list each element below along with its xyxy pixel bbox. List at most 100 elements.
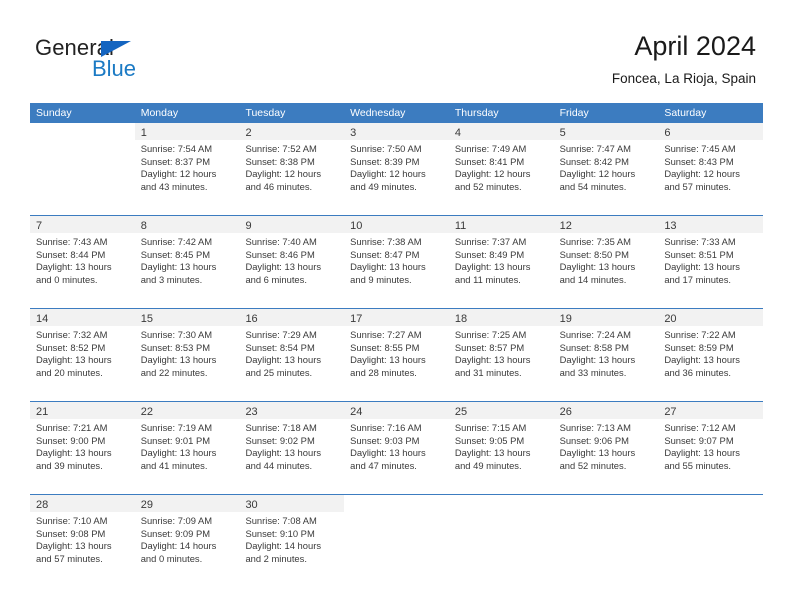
day-number-band: 17 (344, 309, 449, 326)
day-sunrise-text: Sunrise: 7:43 AM (36, 236, 108, 247)
day-cell[interactable]: 18 Sunrise: 7:25 AM Sunset: 8:57 PM Dayligh… (448, 309, 554, 393)
calendar-week-row: 7 Sunrise: 7:43 AM Sunset: 8:44 PM Daylight… (30, 215, 764, 308)
day-cell[interactable]: 3 Sunrise: 7:50 AM Sunset: 8:39 PM Daylight… (344, 123, 449, 207)
week-days: 7 Sunrise: 7:43 AM Sunset: 8:44 PM Daylight… (30, 216, 764, 300)
day-cell[interactable]: 6 Sunrise: 7:45 AM Sunset: 8:43 PM Daylight… (658, 123, 764, 207)
day-number-band: 2 (239, 123, 345, 140)
day-sun-info: Sunrise: 7:19 AM Sunset: 9:01 PM Daylight:… (135, 419, 240, 472)
day-daylight-line1-text: Daylight: 12 hours (559, 168, 636, 180)
day-sunrise-text: Sunrise: 7:24 AM (559, 329, 631, 340)
day-cell[interactable]: 14 Sunrise: 7:32 AM Sunset: 8:52 PM Dayligh… (30, 309, 135, 393)
day-sunrise-text: Sunrise: 7:18 AM (245, 422, 317, 433)
day-cell[interactable]: 5 Sunrise: 7:47 AM Sunset: 8:42 PM Daylight… (553, 123, 659, 207)
day-cell[interactable]: 30 Sunrise: 7:08 AM Sunset: 9:10 PM Dayligh… (239, 495, 345, 579)
day-daylight-line2-text: and 54 minutes. (559, 180, 627, 192)
day-sunrise-text: Sunrise: 7:08 AM (245, 515, 317, 526)
day-daylight-line1-text: Daylight: 13 hours (664, 354, 740, 366)
day-sunset-text: Sunset: 8:49 PM (454, 248, 525, 260)
day-cell[interactable]: 12 Sunrise: 7:35 AM Sunset: 8:50 PM Dayligh… (553, 216, 659, 300)
day-cell[interactable]: 21 Sunrise: 7:21 AM Sunset: 9:00 PM Dayligh… (30, 402, 135, 486)
title-block: April 2024 Foncea, La Rioja, Spain (612, 30, 756, 88)
day-cell[interactable]: 17 Sunrise: 7:27 AM Sunset: 8:55 PM Dayligh… (344, 309, 449, 393)
day-number: 25 (454, 406, 468, 418)
day-sunrise-text: Sunrise: 7:47 AM (559, 143, 631, 154)
day-daylight-line2-text: and 31 minutes. (454, 366, 522, 378)
day-daylight-line2-text: and 3 minutes. (140, 273, 203, 285)
day-cell[interactable]: 28 Sunrise: 7:10 AM Sunset: 9:08 PM Dayligh… (30, 495, 135, 579)
week-spacer (30, 579, 763, 587)
day-daylight-line1-text: Daylight: 12 hours (664, 168, 740, 180)
day-cell[interactable]: 13 Sunrise: 7:33 AM Sunset: 8:51 PM Dayligh… (658, 216, 764, 300)
day-cell[interactable]: 7 Sunrise: 7:43 AM Sunset: 8:44 PM Daylight… (30, 216, 135, 300)
day-daylight-line1-text: Daylight: 13 hours (140, 354, 217, 366)
day-daylight-line2-text: and 41 minutes. (140, 459, 208, 471)
day-cell[interactable]: 22 Sunrise: 7:19 AM Sunset: 9:01 PM Dayligh… (134, 402, 240, 486)
day-sunset-text: Sunset: 9:03 PM (350, 434, 420, 446)
day-number-band: 25 (448, 402, 554, 419)
day-sun-info: Sunrise: 7:54 AM Sunset: 8:37 PM Daylight:… (135, 140, 240, 193)
day-daylight-line2-text: and 57 minutes. (36, 552, 103, 564)
day-daylight-line2-text: and 46 minutes. (245, 180, 313, 192)
day-sunset-text: Sunset: 9:10 PM (245, 527, 315, 539)
day-sun-info: Sunrise: 7:10 AM Sunset: 9:08 PM Daylight:… (30, 512, 135, 565)
day-daylight-line1-text: Daylight: 13 hours (559, 354, 636, 366)
weekday-header-row: Sunday Monday Tuesday Wednesday Thursday… (30, 103, 763, 123)
day-daylight-line1-text: Daylight: 13 hours (140, 447, 217, 459)
day-number-band: 26 (553, 402, 659, 419)
day-cell[interactable]: 1 Sunrise: 7:54 AM Sunset: 8:37 PM Daylight… (134, 123, 240, 207)
day-cell[interactable]: 4 Sunrise: 7:49 AM Sunset: 8:41 PM Daylight… (448, 123, 554, 207)
day-sunset-text: Sunset: 8:46 PM (245, 248, 315, 260)
day-sunset-text: Sunset: 9:08 PM (36, 527, 106, 539)
day-daylight-line2-text: and 44 minutes. (245, 459, 313, 471)
day-sunrise-text: Sunrise: 7:35 AM (559, 236, 631, 247)
day-cell[interactable]: 24 Sunrise: 7:16 AM Sunset: 9:03 PM Dayligh… (344, 402, 449, 486)
page-title: April 2024 (634, 31, 756, 61)
day-cell[interactable]: 16 Sunrise: 7:29 AM Sunset: 8:54 PM Dayligh… (239, 309, 345, 393)
day-sun-info (344, 512, 449, 515)
day-number: 1 (140, 127, 147, 139)
day-number: 4 (454, 127, 461, 139)
day-number: 7 (36, 220, 43, 232)
day-sunrise-text: Sunrise: 7:19 AM (140, 422, 213, 433)
day-number: 26 (559, 406, 572, 418)
day-sunset-text: Sunset: 8:39 PM (350, 155, 420, 167)
day-sunset-text: Sunset: 9:07 PM (664, 434, 734, 446)
day-cell[interactable]: 11 Sunrise: 7:37 AM Sunset: 8:49 PM Dayligh… (448, 216, 554, 300)
day-number: 18 (454, 313, 468, 325)
day-cell[interactable]: 8 Sunrise: 7:42 AM Sunset: 8:45 PM Daylight… (134, 216, 240, 300)
day-number: 21 (36, 406, 49, 418)
day-sunrise-text: Sunrise: 7:54 AM (140, 143, 213, 154)
day-cell[interactable]: 29 Sunrise: 7:09 AM Sunset: 9:09 PM Dayligh… (134, 495, 240, 579)
day-cell[interactable]: 15 Sunrise: 7:30 AM Sunset: 8:53 PM Dayligh… (134, 309, 240, 393)
day-cell[interactable]: 10 Sunrise: 7:38 AM Sunset: 8:47 PM Dayligh… (344, 216, 449, 300)
day-number-band: 22 (134, 402, 240, 419)
day-cell[interactable]: 2 Sunrise: 7:52 AM Sunset: 8:38 PM Daylight… (239, 123, 345, 207)
day-cell[interactable]: 27 Sunrise: 7:12 AM Sunset: 9:07 PM Dayligh… (658, 402, 764, 486)
day-sun-info: Sunrise: 7:16 AM Sunset: 9:03 PM Daylight:… (344, 419, 449, 472)
day-sun-info: Sunrise: 7:40 AM Sunset: 8:46 PM Daylight:… (239, 233, 344, 286)
day-sun-info: Sunrise: 7:49 AM Sunset: 8:41 PM Daylight:… (449, 140, 554, 193)
day-sunset-text: Sunset: 9:06 PM (559, 434, 629, 446)
day-cell[interactable]: 25 Sunrise: 7:15 AM Sunset: 9:05 PM Dayligh… (448, 402, 554, 486)
week-spacer (30, 207, 763, 215)
day-cell-empty (30, 123, 135, 207)
day-cell[interactable]: 20 Sunrise: 7:22 AM Sunset: 8:59 PM Dayligh… (658, 309, 764, 393)
generalblue-logo[interactable]: General Blue (35, 35, 165, 83)
day-cell[interactable]: 23 Sunrise: 7:18 AM Sunset: 9:02 PM Dayligh… (239, 402, 345, 486)
day-number: 11 (454, 220, 467, 232)
day-sunrise-text: Sunrise: 7:33 AM (664, 236, 736, 247)
weekday-header-saturday: Saturday (664, 107, 707, 119)
day-cell[interactable]: 26 Sunrise: 7:13 AM Sunset: 9:06 PM Dayligh… (553, 402, 659, 486)
day-sunset-text: Sunset: 9:01 PM (140, 434, 211, 446)
day-number-band: 24 (344, 402, 449, 419)
day-daylight-line1-text: Daylight: 13 hours (559, 447, 636, 459)
day-sun-info: Sunrise: 7:15 AM Sunset: 9:05 PM Daylight:… (449, 419, 554, 472)
day-cell[interactable]: 19 Sunrise: 7:24 AM Sunset: 8:58 PM Dayligh… (553, 309, 659, 393)
day-sunset-text: Sunset: 8:54 PM (245, 341, 315, 353)
day-number-band: 9 (239, 216, 345, 233)
day-cell[interactable]: 9 Sunrise: 7:40 AM Sunset: 8:46 PM Daylight… (239, 216, 345, 300)
day-daylight-line2-text: and 39 minutes. (36, 459, 103, 471)
day-number: 15 (140, 313, 153, 325)
day-daylight-line1-text: Daylight: 13 hours (454, 354, 531, 366)
page-subtitle: Foncea, La Rioja, Spain (611, 71, 756, 86)
